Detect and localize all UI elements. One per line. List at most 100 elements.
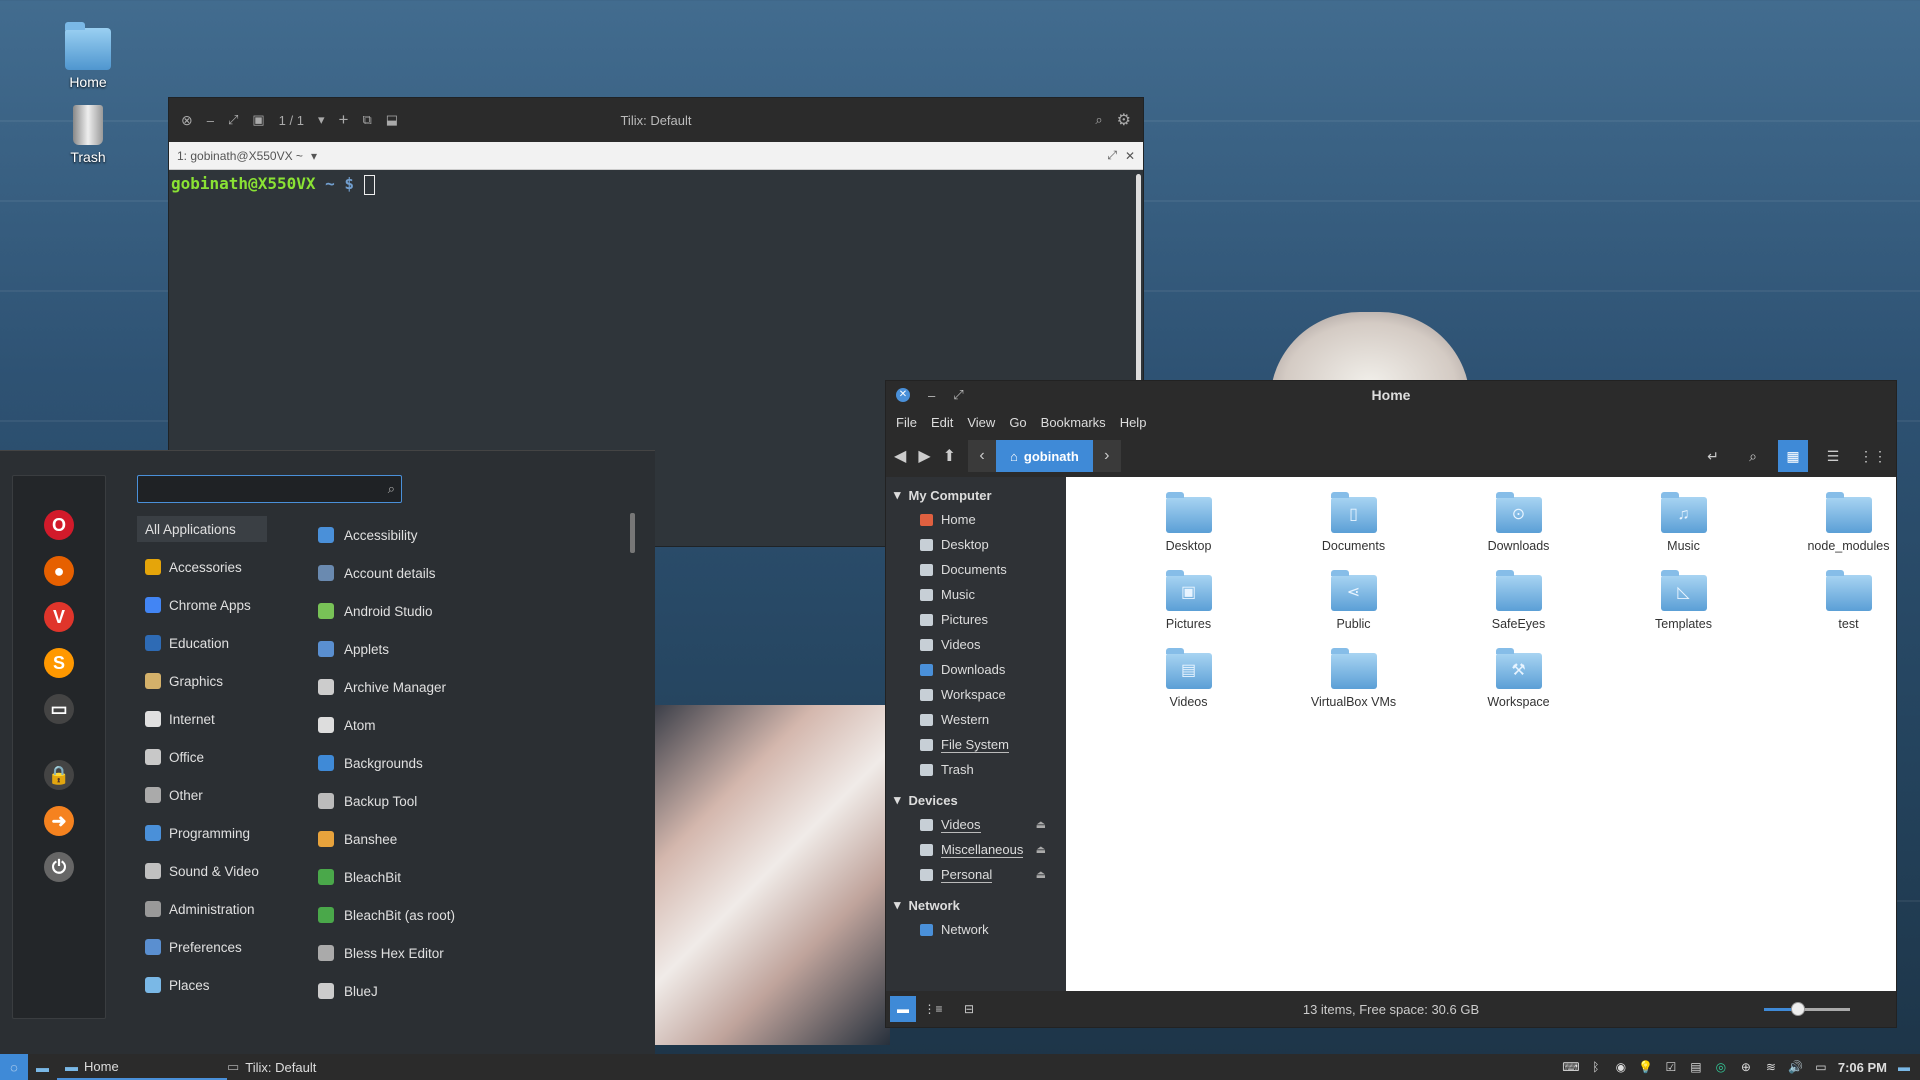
app-item[interactable]: Atom xyxy=(310,706,610,744)
show-desktop-icon[interactable]: ▬ xyxy=(1896,1059,1912,1075)
clipboard-icon[interactable]: ▤ xyxy=(1688,1059,1704,1075)
menu-item[interactable]: Go xyxy=(1009,415,1026,430)
file-item[interactable]: Desktop xyxy=(1106,491,1271,555)
sidebar-item[interactable]: Downloads xyxy=(886,657,1066,682)
sidebar-item[interactable]: Pictures xyxy=(886,607,1066,632)
category-item[interactable]: Graphics xyxy=(137,662,267,700)
zoom-slider-knob[interactable] xyxy=(1791,1002,1806,1016)
places-toggle-icon[interactable]: ▬ xyxy=(890,996,916,1022)
sidebar-item[interactable]: Videos xyxy=(886,632,1066,657)
sidebar-item[interactable]: Documents xyxy=(886,557,1066,582)
sidebar-item[interactable]: Miscellaneous ⏏ xyxy=(886,837,1066,862)
clock[interactable]: 7:06 PM xyxy=(1838,1060,1887,1075)
compact-view-icon[interactable]: ⋮⋮ xyxy=(1858,440,1888,472)
list-view-icon[interactable]: ☰ xyxy=(1818,440,1848,472)
terminal-tab[interactable]: 1: gobinath@X550VX ~ ▾ ⤢ ✕ xyxy=(169,142,1143,170)
chevron-down-icon[interactable]: ▾ xyxy=(311,149,317,163)
file-item[interactable]: ⋖ Public xyxy=(1271,569,1436,633)
firefox-icon[interactable]: ● xyxy=(44,556,74,586)
category-item[interactable]: Internet xyxy=(137,700,267,738)
taskbar-window-button[interactable]: ▭ Tilix: Default xyxy=(219,1054,324,1080)
category-item[interactable]: Office xyxy=(137,738,267,776)
search-icon[interactable]: ⌕ xyxy=(1095,112,1102,128)
app-item[interactable]: Archive Manager xyxy=(310,668,610,706)
eject-icon[interactable]: ⏏ xyxy=(1036,843,1046,856)
sidebar-item[interactable]: Western xyxy=(886,707,1066,732)
add-session-icon[interactable]: + xyxy=(339,110,349,130)
sidebar-section-header[interactable]: ▾ My Computer xyxy=(886,483,1066,507)
file-view[interactable]: Desktop ▯ Documents ⊙ Downloads ♫ Music node_mo… xyxy=(1066,477,1896,993)
expander-icon[interactable]: ▾ xyxy=(894,792,901,808)
file-item[interactable]: ▯ Documents xyxy=(1271,491,1436,555)
expander-icon[interactable]: ▾ xyxy=(894,487,901,503)
keyboard-icon[interactable]: ⌨ xyxy=(1562,1059,1579,1075)
download-icon[interactable]: ⊕ xyxy=(1738,1059,1754,1075)
file-item[interactable]: test xyxy=(1766,569,1920,633)
file-item[interactable]: ⚒ Workspace xyxy=(1436,647,1601,711)
eject-icon[interactable]: ⏏ xyxy=(1036,818,1046,831)
maximize-terminal-icon[interactable]: ⤢ xyxy=(1107,148,1117,163)
maximize-icon[interactable]: ⤢ xyxy=(228,112,238,128)
category-item[interactable]: Other xyxy=(137,776,267,814)
breadcrumb-current[interactable]: ⌂ gobinath xyxy=(996,440,1093,472)
tree-toggle-icon[interactable]: ⋮≡ xyxy=(920,996,946,1022)
sidebar-section-header[interactable]: ▾ Network xyxy=(886,893,1066,917)
desktop-icon-home[interactable]: Home xyxy=(43,22,133,90)
expander-icon[interactable]: ▾ xyxy=(894,897,901,913)
file-item[interactable]: ▣ Pictures xyxy=(1106,569,1271,633)
sidebar-item[interactable]: File System xyxy=(886,732,1066,757)
category-item[interactable]: Places xyxy=(137,966,267,1004)
battery-icon[interactable]: ▭ xyxy=(1813,1059,1829,1075)
category-item[interactable]: Preferences xyxy=(137,928,267,966)
file-item[interactable]: ▤ Videos xyxy=(1106,647,1271,711)
app-item[interactable]: Backgrounds xyxy=(310,744,610,782)
category-item[interactable]: Chrome Apps xyxy=(137,586,267,624)
file-item[interactable]: node_modules xyxy=(1766,491,1920,555)
wifi-icon[interactable]: ≋ xyxy=(1763,1059,1779,1075)
session-counter[interactable]: 1 / 1 xyxy=(279,113,304,128)
taskbar-window-button[interactable]: ▬ Home xyxy=(57,1054,227,1080)
close-icon[interactable]: ⊗ xyxy=(181,112,193,129)
power-icon[interactable]: ⏻ xyxy=(44,852,74,882)
sidebar-toggle-icon[interactable]: ⊟ xyxy=(956,996,982,1022)
category-item[interactable]: All Applications xyxy=(137,516,267,542)
forward-icon[interactable]: ▶ xyxy=(918,446,930,466)
sidebar-item[interactable]: Trash xyxy=(886,757,1066,782)
zoom-slider[interactable] xyxy=(1764,1002,1850,1016)
app-item[interactable]: BleachBit (as root) xyxy=(310,896,610,934)
close-icon[interactable]: ✕ xyxy=(896,388,910,402)
file-item[interactable]: ♫ Music xyxy=(1601,491,1766,555)
vivaldi-icon[interactable]: V xyxy=(44,602,74,632)
split-down-icon[interactable]: ⬓ xyxy=(386,112,398,128)
maximize-icon[interactable]: ⤢ xyxy=(953,387,963,403)
app-item[interactable]: Backup Tool xyxy=(310,782,610,820)
gear-icon[interactable]: ⚙ xyxy=(1117,110,1131,130)
app-item[interactable]: Accessibility xyxy=(310,516,610,554)
minimize-icon[interactable]: – xyxy=(207,113,214,128)
menu-item[interactable]: Bookmarks xyxy=(1041,415,1106,430)
category-item[interactable]: Accessories xyxy=(137,548,267,586)
split-right-icon[interactable]: ⧉ xyxy=(362,112,371,128)
category-item[interactable]: Sound & Video xyxy=(137,852,267,890)
app-item[interactable]: Android Studio xyxy=(310,592,610,630)
menu-item[interactable]: File xyxy=(896,415,917,430)
icon-view-icon[interactable]: ▦ xyxy=(1778,440,1808,472)
menu-item[interactable]: Edit xyxy=(931,415,953,430)
app-item[interactable]: BleachBit xyxy=(310,858,610,896)
file-item[interactable]: ⊙ Downloads xyxy=(1436,491,1601,555)
file-manager-launcher-icon[interactable]: ▬ xyxy=(28,1054,57,1080)
category-item[interactable]: Education xyxy=(137,624,267,662)
chevron-down-icon[interactable]: ▾ xyxy=(318,112,325,128)
file-item[interactable]: SafeEyes xyxy=(1436,569,1601,633)
sidebar-item[interactable]: Desktop xyxy=(886,532,1066,557)
opera-icon[interactable]: O xyxy=(44,510,74,540)
app-item[interactable]: BlueJ xyxy=(310,972,610,1010)
eject-icon[interactable]: ⏏ xyxy=(1036,868,1046,881)
menu-button[interactable]: ◌ xyxy=(0,1054,28,1080)
app-item[interactable]: Applets xyxy=(310,630,610,668)
sidebar-section-header[interactable]: ▾ Devices xyxy=(886,788,1066,812)
location-toggle-icon[interactable]: ↵ xyxy=(1698,440,1728,472)
volume-icon[interactable]: 🔊 xyxy=(1788,1059,1804,1075)
close-terminal-icon[interactable]: ✕ xyxy=(1125,149,1135,163)
lock-icon[interactable]: 🔒 xyxy=(44,760,74,790)
